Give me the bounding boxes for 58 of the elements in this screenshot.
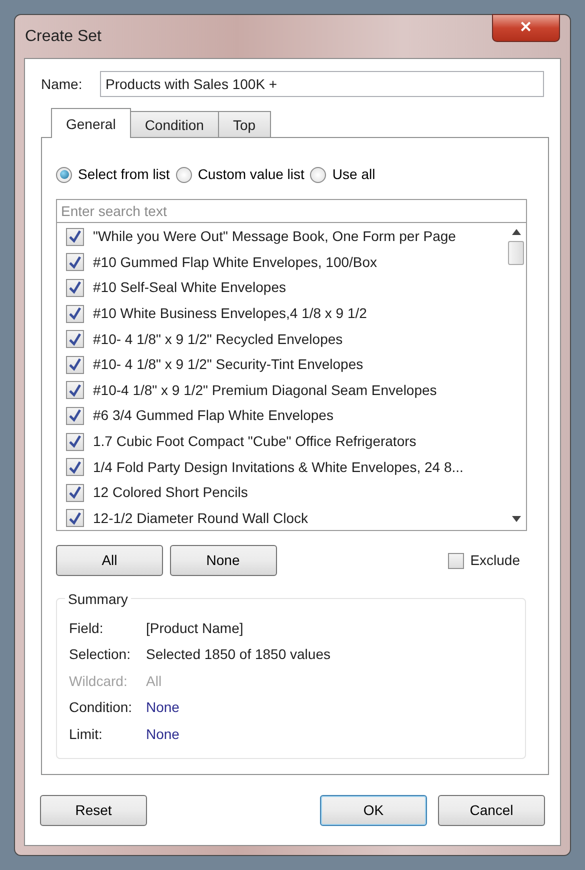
dialog-button[interactable]: OK (320, 794, 427, 826)
radio-button[interactable] (176, 166, 192, 182)
summary-link[interactable]: None (146, 697, 180, 718)
search-field[interactable]: Enter search text (56, 199, 527, 223)
list-item-label: #10- 4 1/8" x 9 1/2" Recycled Envelopes (93, 330, 343, 349)
exclude-checkbox[interactable] (448, 552, 464, 568)
name-field[interactable]: Products with Sales 100K + (100, 71, 544, 97)
summary-link[interactable]: None (146, 724, 180, 745)
list-checkbox[interactable] (66, 330, 84, 348)
list-checkbox[interactable] (66, 304, 84, 323)
list-checkbox[interactable] (66, 356, 84, 374)
dialog-button[interactable]: Reset (40, 794, 147, 826)
scroll-down-icon[interactable] (512, 516, 520, 522)
radio-button[interactable] (56, 166, 72, 182)
list-item-label: #10- 4 1/8" x 9 1/2" Security-Tint Envelopes (93, 355, 364, 374)
summary-label: Selection: (69, 645, 132, 664)
tab[interactable]: General (51, 108, 131, 138)
list-checkbox[interactable] (66, 458, 84, 476)
list-checkbox[interactable] (66, 228, 84, 246)
radio-option[interactable]: Select from list (56, 164, 170, 185)
list-item-label: 12 Colored Short Pencils (93, 483, 248, 502)
summary-label: Wildcard: (69, 672, 128, 691)
summary-value: [Product Name] (146, 618, 244, 638)
summary-label: Limit: (69, 724, 104, 744)
exclude-label: Exclude (470, 551, 520, 570)
tab[interactable]: Condition (130, 111, 219, 137)
summary-label: Condition: (69, 698, 134, 718)
list-checkbox[interactable] (66, 253, 84, 272)
list-item-label: "While you Were Out" Message Book, One Form per Page (93, 227, 456, 246)
list-checkbox[interactable] (66, 406, 84, 425)
summary-label: Field: (69, 618, 104, 638)
summary-value: Selected 1850 of 1850 values (146, 645, 330, 664)
list-checkbox[interactable] (66, 509, 84, 528)
list-item-label: #10-4 1/8" x 9 1/2" Premium Diagonal Seam Envelopes (93, 380, 437, 400)
close-button[interactable]: ✕ (492, 14, 560, 42)
list-checkbox[interactable] (66, 484, 84, 502)
list-item-label: 12-1/2 Diameter Round Wall Clock (93, 508, 308, 528)
tab[interactable]: Top (218, 111, 271, 137)
list-checkbox[interactable] (66, 432, 84, 451)
window-title: Create Set (25, 26, 102, 46)
list-item-label: 1.7 Cubic Foot Compact "Cube" Office Refrigerators (93, 432, 416, 452)
radio-button[interactable] (310, 166, 326, 182)
list-item-label: 1/4 Fold Party Design Invitations & White Envelopes, 24 8... (93, 458, 464, 477)
list-item-label: #10 Gummed Flap White Envelopes, 100/Box (93, 252, 378, 272)
scroll-thumb[interactable] (508, 241, 524, 265)
radio-option[interactable]: Use all (310, 164, 376, 185)
summary-value: All (146, 672, 162, 691)
radio-option[interactable]: Custom value list (176, 164, 304, 185)
list-item-label: #10 White Business Envelopes,4 1/8 x 9 1/2 (93, 304, 367, 324)
list-checkbox[interactable] (66, 381, 84, 400)
list-button[interactable]: None (170, 545, 276, 576)
list-checkbox[interactable] (66, 278, 84, 297)
list-button[interactable]: All (56, 545, 163, 576)
dialog-button[interactable]: Cancel (438, 794, 545, 826)
list-item-label: #6 3/4 Gummed Flap White Envelopes (93, 406, 334, 426)
name-label: Name: (41, 74, 84, 94)
list-item-label: #10 Self-Seal White Envelopes (93, 278, 286, 298)
scroll-up-icon[interactable] (512, 229, 520, 235)
